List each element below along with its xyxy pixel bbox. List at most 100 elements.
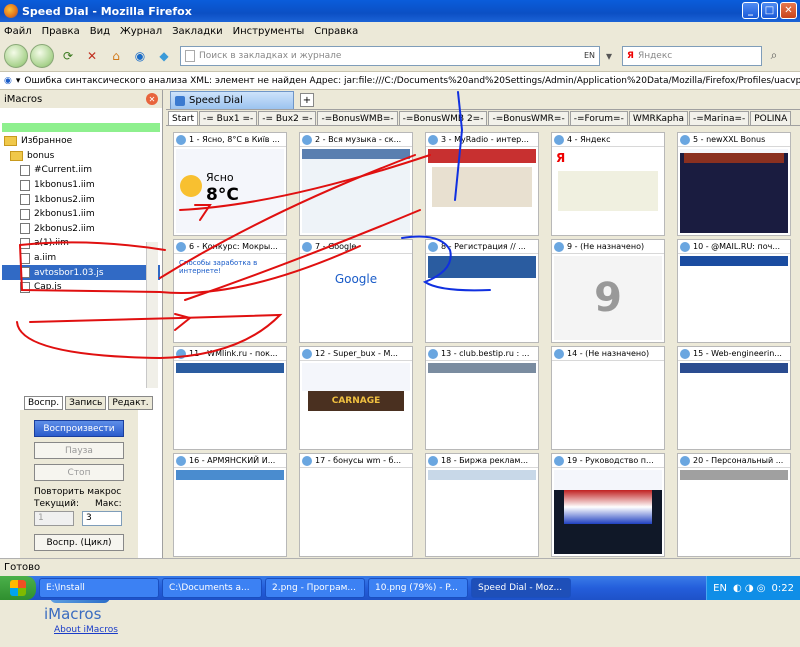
loop-play-button[interactable]: Воспр. (Цикл) (34, 534, 124, 551)
search-box[interactable]: Я Яндекс (622, 45, 762, 66)
dial-thumbnail (302, 149, 410, 233)
about-imacros-link[interactable]: About iMacros (54, 625, 138, 635)
tree-item[interactable]: #Current.iim (2, 163, 160, 178)
group-tab[interactable]: WMRKapha (628, 111, 688, 125)
speed-dial-item[interactable]: 6 - Конкурс: Мокры... Способы заработка в… (173, 239, 287, 343)
speed-dial-item[interactable]: 14 - (Не назначено) (551, 346, 665, 450)
close-button[interactable]: ✕ (780, 2, 797, 19)
speed-dial-item[interactable]: 12 - Super_bux - M... CARNAGE (299, 346, 413, 450)
search-go-icon[interactable]: ⌕ (764, 46, 784, 66)
group-tab[interactable]: -= Bux2 =- (258, 111, 317, 125)
group-tab[interactable]: -=Forum=- (569, 111, 628, 125)
minimize-button[interactable]: _ (742, 2, 759, 19)
tree-item[interactable]: Cap.js (2, 280, 160, 294)
imacros-toolbar-icon[interactable]: ◉ (130, 46, 150, 66)
speed-dial-item[interactable]: 1 - Ясно, 8°C в Київ ... Ясно 8°C (173, 132, 287, 236)
new-tab-button[interactable]: + (299, 93, 314, 107)
system-tray: EN ◐ ◑ ◎ 0:22 (706, 576, 800, 600)
tree-item-label: #Current.iim (34, 165, 92, 176)
tree-item[interactable]: 1kbonus2.iim (2, 192, 160, 207)
dial-label: 15 - Web-engineerin... (693, 349, 782, 358)
speed-dial-item[interactable]: 3 - MyRadio - интер... (425, 132, 539, 236)
speed-dial-item[interactable]: 2 - Вся музыка - ск... (299, 132, 413, 236)
menu-edit[interactable]: Правка (42, 26, 80, 37)
taskbar-button[interactable]: Speed Dial - Moz... (471, 578, 571, 598)
tree-scrollbar[interactable] (146, 242, 158, 388)
reload-icon[interactable]: ⟳ (58, 46, 78, 66)
speed-dial-item[interactable]: 15 - Web-engineerin... (677, 346, 791, 450)
tree-item[interactable]: 1kbonus1.iim (2, 178, 160, 193)
site-favicon-icon (302, 455, 312, 466)
location-bar[interactable]: Поиск в закладках и журнале EN (180, 45, 600, 66)
speed-dial-item[interactable]: 18 - Биржа реклам... (425, 453, 539, 557)
tab-edit[interactable]: Редакт. (108, 396, 153, 410)
sidebar-close-icon[interactable]: ✕ (146, 93, 158, 105)
macro-file-icon (20, 194, 30, 206)
tree-item[interactable]: 2kbonus1.iim (2, 207, 160, 222)
group-tab[interactable]: Start (168, 111, 198, 125)
pause-button[interactable]: Пауза (34, 442, 124, 459)
speed-dial-item[interactable]: 13 - club.bestip.ru : ... (425, 346, 539, 450)
dial-thumbnail: Ясно 8°C (176, 149, 284, 233)
speaker-icon[interactable]: ◆ (154, 46, 174, 66)
tab-speed-dial[interactable]: Speed Dial (170, 91, 294, 109)
tree-item[interactable]: a.iim (2, 251, 160, 266)
speed-dial-item[interactable]: 4 - Яндекс Я (551, 132, 665, 236)
start-button[interactable] (0, 576, 36, 600)
menu-view[interactable]: Вид (90, 26, 110, 37)
taskbar-button[interactable]: E:\Install (39, 578, 159, 598)
window-titlebar: Speed Dial - Mozilla Firefox _ □ ✕ (0, 0, 800, 22)
google-text: Google (302, 256, 410, 340)
speed-dial-item[interactable]: 16 - АРМЯНСКИЙ И... (173, 453, 287, 557)
play-button[interactable]: Воспроизвести (34, 420, 124, 437)
tab-play[interactable]: Воспр. (24, 396, 64, 410)
speed-dial-item[interactable]: 20 - Персональный ... (677, 453, 791, 557)
tree-item[interactable]: bonus (2, 149, 160, 164)
tray-lang[interactable]: EN (713, 583, 727, 594)
home-icon[interactable]: ⌂ (106, 46, 126, 66)
group-tab[interactable]: POLINA (750, 111, 792, 125)
dial-header: 16 - АРМЯНСКИЙ И... (174, 454, 286, 468)
speed-dial-item[interactable]: 5 - newXXL Bonus (677, 132, 791, 236)
group-tab[interactable]: -=BonusWMR=- (488, 111, 569, 125)
dropdown-arrow-icon[interactable]: ▾ (602, 46, 616, 66)
tab-record[interactable]: Запись (65, 396, 107, 410)
menu-history[interactable]: Журнал (120, 26, 162, 37)
back-button[interactable] (4, 43, 28, 68)
taskbar-button[interactable]: 2.png - Програм... (265, 578, 365, 598)
group-tab[interactable]: -= Bux1 =- (199, 111, 258, 125)
speed-dial-item[interactable]: 9 - (Не назначено) 9 (551, 239, 665, 343)
speed-dial-item[interactable]: 11 - WMlink.ru - пок... (173, 346, 287, 450)
speed-dial-item[interactable]: 8 - Регистрация // ... (425, 239, 539, 343)
speed-dial-item[interactable]: 7 - Google Google (299, 239, 413, 343)
forward-button[interactable] (30, 43, 54, 68)
menu-bookmarks[interactable]: Закладки (172, 26, 223, 37)
taskbar-button[interactable]: C:\Documents a... (162, 578, 262, 598)
site-favicon-icon (428, 241, 438, 252)
tree-item[interactable]: avtosbor1.03.js (2, 265, 160, 280)
stop-button[interactable]: Стоп (34, 464, 124, 481)
menu-tools[interactable]: Инструменты (233, 26, 305, 37)
dropdown-icon[interactable]: ▾ (16, 76, 21, 86)
group-tab[interactable]: -=Marina=- (688, 111, 750, 125)
maximize-button[interactable]: □ (761, 2, 778, 19)
tree-item[interactable]: a(1).iim (2, 236, 160, 251)
tray-clock[interactable]: 0:22 (772, 583, 794, 594)
menu-help[interactable]: Справка (314, 26, 358, 37)
speed-dial-item[interactable]: 10 - @MAIL.RU: поч... (677, 239, 791, 343)
tab-title: Speed Dial (189, 95, 243, 106)
dial-label: 11 - WMlink.ru - пок... (189, 349, 278, 358)
stop-icon[interactable]: ✕ (82, 46, 102, 66)
group-tab[interactable]: -=BonusWMB=- (317, 111, 398, 125)
max-field[interactable]: 3 (82, 511, 122, 526)
speed-dial-item[interactable]: 17 - бонусы wm - б... (299, 453, 413, 557)
dial-thumbnail: CARNAGE (302, 363, 410, 447)
taskbar-button[interactable]: 10.png (79%) - P... (368, 578, 468, 598)
tree-item[interactable]: 2kbonus2.iim (2, 222, 160, 237)
speed-dial-item[interactable]: 19 - Руководство п... (551, 453, 665, 557)
imacros-logo-text: iMacros (44, 605, 102, 623)
group-tab[interactable]: -=BonusWMB 2=- (398, 111, 488, 125)
menu-file[interactable]: Файл (4, 26, 32, 37)
konkurs-text: Способы заработка в интернете! (179, 259, 258, 275)
tree-item[interactable]: Избранное (2, 134, 160, 149)
